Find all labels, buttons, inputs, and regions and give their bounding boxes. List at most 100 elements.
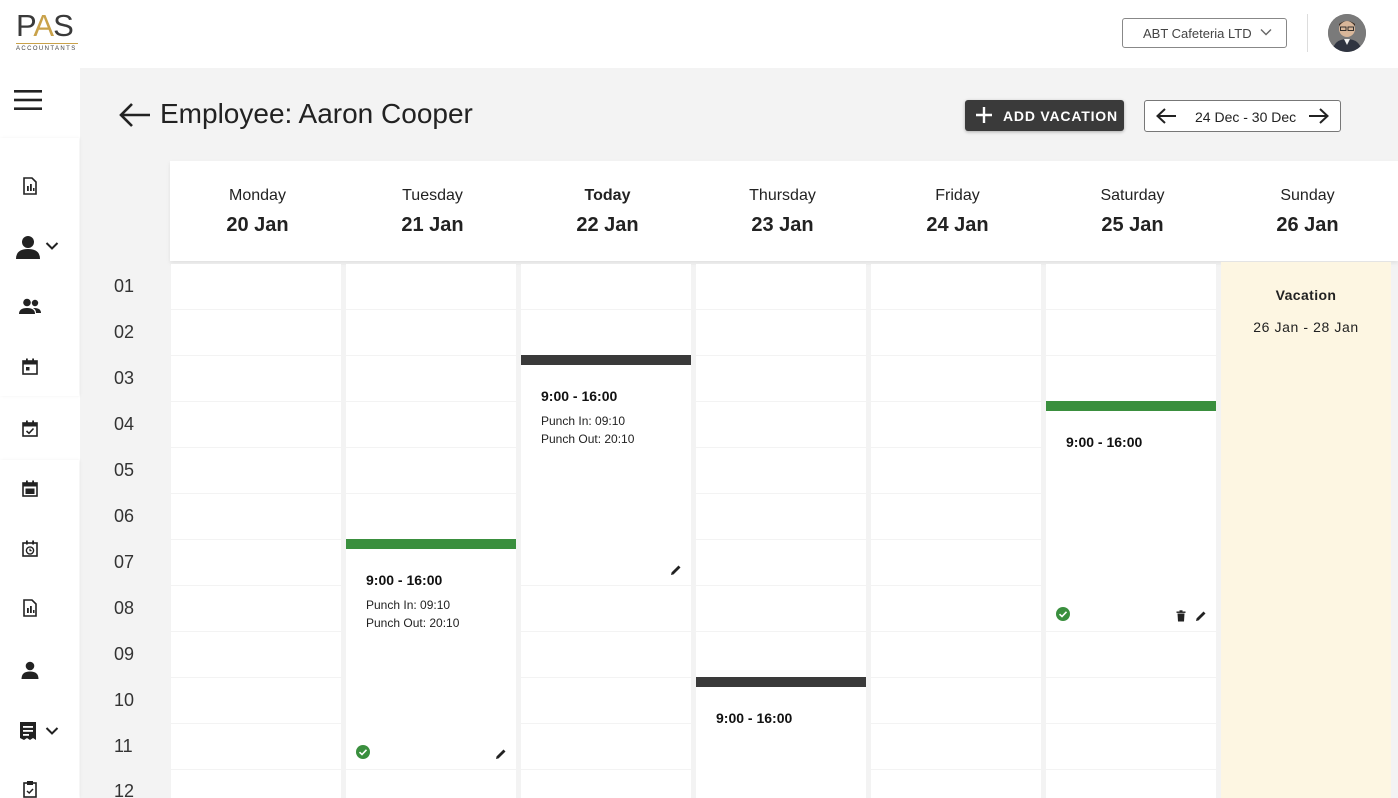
time-slot[interactable] [171,402,341,447]
add-vacation-label: ADD VACATION [1003,107,1118,124]
time-slot[interactable] [696,448,866,493]
time-slot[interactable] [171,310,341,355]
menu-icon[interactable] [12,86,44,114]
time-slot[interactable] [521,770,691,798]
time-slot[interactable] [871,770,1041,798]
time-slot[interactable] [871,356,1041,401]
time-slot[interactable] [871,632,1041,677]
time-slot[interactable] [1046,264,1216,309]
time-slot[interactable] [171,356,341,401]
time-slot[interactable] [696,264,866,309]
day-date: 23 Jan [751,214,814,236]
user-icon[interactable] [14,234,42,260]
time-slot[interactable] [871,678,1041,723]
time-slot[interactable] [696,494,866,539]
day-date: 22 Jan [576,214,639,236]
time-slot[interactable] [171,494,341,539]
hour-label: 12 [114,781,135,798]
receipt-icon[interactable] [16,720,40,742]
avatar[interactable] [1328,14,1366,52]
day-header-thursday[interactable]: Thursday 23 Jan [695,161,870,261]
shift-card-tuesday[interactable]: 9:00 - 16:00 Punch In: 09:10 Punch Out: … [346,539,516,767]
day-name: Today [584,187,631,204]
day-header-today[interactable]: Today 22 Jan [520,161,695,261]
time-slot[interactable] [696,632,866,677]
time-slot[interactable] [171,448,341,493]
time-slot[interactable] [871,494,1041,539]
edit-icon[interactable] [1194,609,1208,623]
calendar-icon[interactable] [20,356,40,376]
time-slot[interactable] [696,310,866,355]
hour-label: 02 [114,322,135,342]
time-slot[interactable] [521,264,691,309]
time-slot[interactable] [1046,770,1216,798]
time-slot[interactable] [171,586,341,631]
time-slot[interactable] [696,540,866,585]
time-slot[interactable] [346,356,516,401]
arrow-right-icon[interactable] [1308,107,1330,125]
company-select-value: ABT Cafeteria LTD [1143,25,1252,41]
company-select[interactable]: ABT Cafeteria LTD [1122,18,1287,48]
day-header-friday[interactable]: Friday 24 Jan [870,161,1045,261]
time-slot[interactable] [346,402,516,447]
time-slot[interactable] [696,402,866,447]
shift-card-saturday[interactable]: 9:00 - 16:00 [1046,401,1216,631]
time-slot[interactable] [171,678,341,723]
person-icon[interactable] [19,660,41,680]
report-icon[interactable] [20,176,40,196]
time-slot[interactable] [871,310,1041,355]
time-slot[interactable] [521,310,691,355]
time-slot[interactable] [1046,724,1216,769]
time-slot[interactable] [521,632,691,677]
time-slot[interactable] [346,494,516,539]
vacation-block[interactable]: Vacation 26 Jan - 28 Jan [1221,262,1391,798]
day-header-saturday[interactable]: Saturday 25 Jan [1045,161,1220,261]
edit-icon[interactable] [494,747,508,761]
time-slot[interactable] [346,310,516,355]
time-slot[interactable] [171,724,341,769]
document-chart-icon[interactable] [20,598,40,618]
arrow-left-icon[interactable] [1155,107,1177,125]
time-slot[interactable] [1046,356,1216,401]
time-slot[interactable] [171,540,341,585]
add-vacation-button[interactable]: ADD VACATION [965,100,1124,131]
time-slot[interactable] [696,356,866,401]
chevron-down-icon[interactable] [44,723,60,739]
calendar-event-icon[interactable] [20,478,40,498]
time-slot[interactable] [346,770,516,798]
time-slot[interactable] [871,448,1041,493]
top-bar: PAS ACCOUNTANTS ABT Cafeteria LTD [0,0,1398,68]
time-slot[interactable] [1046,632,1216,677]
time-slot[interactable] [871,402,1041,447]
time-slot[interactable] [346,264,516,309]
company-logo[interactable]: PAS ACCOUNTANTS [16,10,80,58]
day-header-sunday[interactable]: Sunday 26 Jan [1220,161,1395,261]
time-slot[interactable] [521,586,691,631]
calendar-clock-icon[interactable] [20,538,40,558]
time-slot[interactable] [696,586,866,631]
delete-icon[interactable] [1174,609,1188,623]
shift-card-today[interactable]: 9:00 - 16:00 Punch In: 09:10 Punch Out: … [521,355,691,585]
day-header-tuesday[interactable]: Tuesday 21 Jan [345,161,520,261]
time-slot[interactable] [346,448,516,493]
back-arrow-icon[interactable] [118,100,152,130]
edit-icon[interactable] [669,563,683,577]
shift-card-thursday[interactable]: 9:00 - 16:00 [696,677,866,798]
time-slot[interactable] [521,678,691,723]
clipboard-icon[interactable] [20,780,40,798]
time-slot[interactable] [871,264,1041,309]
time-slot[interactable] [521,724,691,769]
chevron-down-icon[interactable] [44,238,60,254]
time-slot[interactable] [871,724,1041,769]
time-slot[interactable] [1046,678,1216,723]
time-slot[interactable] [1046,310,1216,355]
time-slot[interactable] [871,586,1041,631]
time-slot[interactable] [171,632,341,677]
time-slot[interactable] [171,264,341,309]
time-slot[interactable] [871,540,1041,585]
day-header-monday[interactable]: Monday 20 Jan [170,161,345,261]
hour-label: 10 [114,690,135,710]
team-icon[interactable] [18,296,42,316]
calendar-check-icon[interactable] [20,418,40,438]
time-slot[interactable] [171,770,341,798]
